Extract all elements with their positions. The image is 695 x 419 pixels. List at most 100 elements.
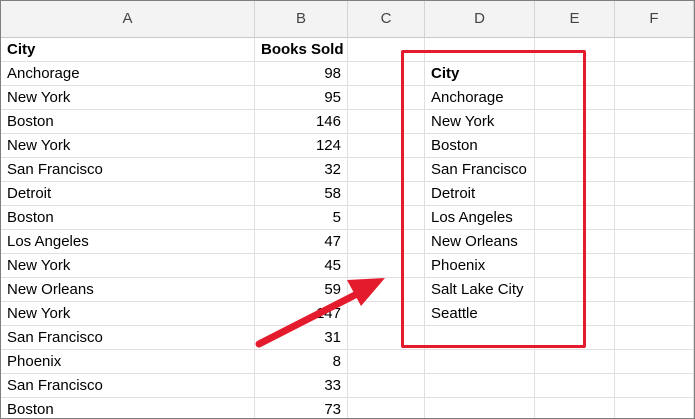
cell-b6[interactable]: 32	[255, 158, 348, 182]
cell-d4[interactable]: New York	[425, 110, 535, 134]
cell-e12[interactable]	[535, 302, 615, 326]
cell-a3[interactable]: New York	[1, 86, 255, 110]
cell-b3[interactable]: 95	[255, 86, 348, 110]
cell-a1[interactable]: City	[1, 38, 255, 62]
cell-d6[interactable]: San Francisco	[425, 158, 535, 182]
cell-e13[interactable]	[535, 326, 615, 350]
cell-d1[interactable]	[425, 38, 535, 62]
cell-b11[interactable]: 59	[255, 278, 348, 302]
cell-d16[interactable]	[425, 398, 535, 418]
cell-d8[interactable]: Los Angeles	[425, 206, 535, 230]
cell-d10[interactable]: Phoenix	[425, 254, 535, 278]
cell-f6[interactable]	[615, 158, 694, 182]
cell-e1[interactable]	[535, 38, 615, 62]
cell-c6[interactable]	[348, 158, 425, 182]
cell-c10[interactable]	[348, 254, 425, 278]
cell-a12[interactable]: New York	[1, 302, 255, 326]
cell-f13[interactable]	[615, 326, 694, 350]
cell-c14[interactable]	[348, 350, 425, 374]
cell-c1[interactable]	[348, 38, 425, 62]
cell-b2[interactable]: 98	[255, 62, 348, 86]
cell-f16[interactable]	[615, 398, 694, 418]
cell-c2[interactable]	[348, 62, 425, 86]
cell-a7[interactable]: Detroit	[1, 182, 255, 206]
cell-c13[interactable]	[348, 326, 425, 350]
cell-e7[interactable]	[535, 182, 615, 206]
cell-b9[interactable]: 47	[255, 230, 348, 254]
cell-b13[interactable]: 31	[255, 326, 348, 350]
cell-c8[interactable]	[348, 206, 425, 230]
cell-d13[interactable]	[425, 326, 535, 350]
cell-e16[interactable]	[535, 398, 615, 418]
cell-e3[interactable]	[535, 86, 615, 110]
cell-b4[interactable]: 146	[255, 110, 348, 134]
column-header-a[interactable]: A	[1, 1, 255, 37]
cell-a9[interactable]: Los Angeles	[1, 230, 255, 254]
cell-a6[interactable]: San Francisco	[1, 158, 255, 182]
column-header-b[interactable]: B	[255, 1, 348, 37]
cell-f8[interactable]	[615, 206, 694, 230]
cell-e6[interactable]	[535, 158, 615, 182]
cell-b15[interactable]: 33	[255, 374, 348, 398]
cell-a5[interactable]: New York	[1, 134, 255, 158]
cell-d3[interactable]: Anchorage	[425, 86, 535, 110]
cell-c3[interactable]	[348, 86, 425, 110]
cell-e11[interactable]	[535, 278, 615, 302]
cell-f5[interactable]	[615, 134, 694, 158]
cell-f3[interactable]	[615, 86, 694, 110]
cell-e14[interactable]	[535, 350, 615, 374]
cell-f11[interactable]	[615, 278, 694, 302]
cell-d2[interactable]: City	[425, 62, 535, 86]
cell-b14[interactable]: 8	[255, 350, 348, 374]
cell-f1[interactable]	[615, 38, 694, 62]
cell-b8[interactable]: 5	[255, 206, 348, 230]
column-header-d[interactable]: D	[425, 1, 535, 37]
cell-e9[interactable]	[535, 230, 615, 254]
cell-d15[interactable]	[425, 374, 535, 398]
cell-a10[interactable]: New York	[1, 254, 255, 278]
cell-b5[interactable]: 124	[255, 134, 348, 158]
cell-a2[interactable]: Anchorage	[1, 62, 255, 86]
column-header-c[interactable]: C	[348, 1, 425, 37]
cell-a11[interactable]: New Orleans	[1, 278, 255, 302]
cell-d9[interactable]: New Orleans	[425, 230, 535, 254]
cell-a14[interactable]: Phoenix	[1, 350, 255, 374]
cell-d14[interactable]	[425, 350, 535, 374]
cell-d7[interactable]: Detroit	[425, 182, 535, 206]
cell-c16[interactable]	[348, 398, 425, 418]
cell-c7[interactable]	[348, 182, 425, 206]
cell-e5[interactable]	[535, 134, 615, 158]
cell-b12[interactable]: 147	[255, 302, 348, 326]
cell-f2[interactable]	[615, 62, 694, 86]
cell-e8[interactable]	[535, 206, 615, 230]
cell-f14[interactable]	[615, 350, 694, 374]
cell-d11[interactable]: Salt Lake City	[425, 278, 535, 302]
cell-f4[interactable]	[615, 110, 694, 134]
column-header-f[interactable]: F	[615, 1, 694, 37]
cell-a8[interactable]: Boston	[1, 206, 255, 230]
cell-c12[interactable]	[348, 302, 425, 326]
cell-e15[interactable]	[535, 374, 615, 398]
cell-b16[interactable]: 73	[255, 398, 348, 418]
cell-f12[interactable]	[615, 302, 694, 326]
cell-d5[interactable]: Boston	[425, 134, 535, 158]
cell-a15[interactable]: San Francisco	[1, 374, 255, 398]
cell-e2[interactable]	[535, 62, 615, 86]
cell-b1[interactable]: Books Sold	[255, 38, 348, 62]
column-header-e[interactable]: E	[535, 1, 615, 37]
cell-f10[interactable]	[615, 254, 694, 278]
cell-c4[interactable]	[348, 110, 425, 134]
cell-c9[interactable]	[348, 230, 425, 254]
cell-b10[interactable]: 45	[255, 254, 348, 278]
cell-a13[interactable]: San Francisco	[1, 326, 255, 350]
cell-e4[interactable]	[535, 110, 615, 134]
cell-f9[interactable]	[615, 230, 694, 254]
cell-c15[interactable]	[348, 374, 425, 398]
cell-f7[interactable]	[615, 182, 694, 206]
cell-e10[interactable]	[535, 254, 615, 278]
cell-c5[interactable]	[348, 134, 425, 158]
cell-a4[interactable]: Boston	[1, 110, 255, 134]
cell-b7[interactable]: 58	[255, 182, 348, 206]
cell-f15[interactable]	[615, 374, 694, 398]
cell-d12[interactable]: Seattle	[425, 302, 535, 326]
